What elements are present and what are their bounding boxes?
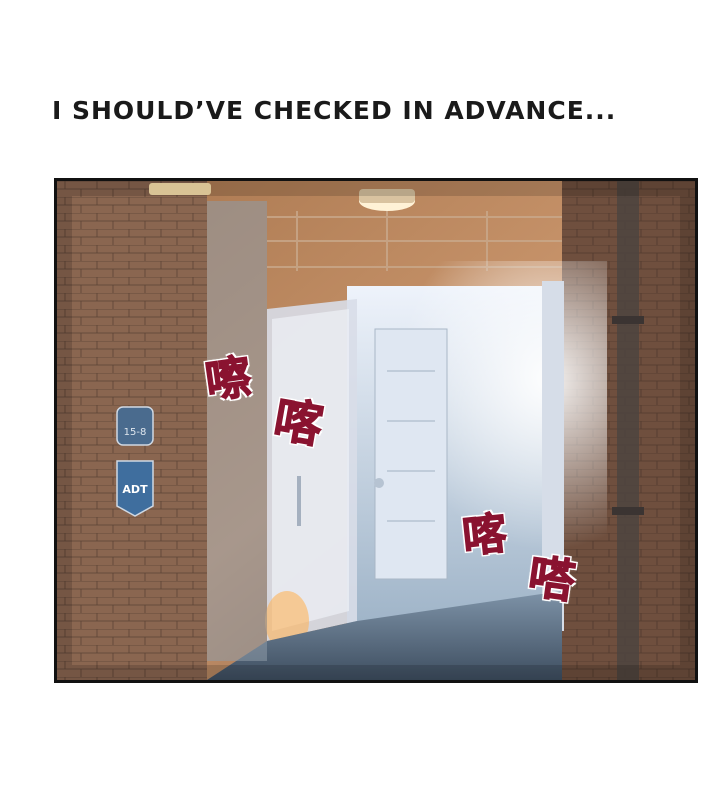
sound-effect-1: 嚓 <box>201 348 255 409</box>
unit-number-text: 15-8 <box>124 427 147 438</box>
narration-caption: I SHOULD’VE CHECKED IN ADVANCE... <box>52 96 617 125</box>
sound-effect-3: 喀 <box>459 507 510 564</box>
unit-number-sign: 15-8 <box>116 406 154 446</box>
sound-effect-4: 嗒 <box>524 548 579 609</box>
comic-panel: 15-8 ADT 嚓 喀 喀 嗒 <box>54 178 698 683</box>
hallway-scene: 15-8 ADT <box>57 181 695 680</box>
security-sign: ADT <box>116 460 154 517</box>
security-sign-text: ADT <box>122 483 148 496</box>
